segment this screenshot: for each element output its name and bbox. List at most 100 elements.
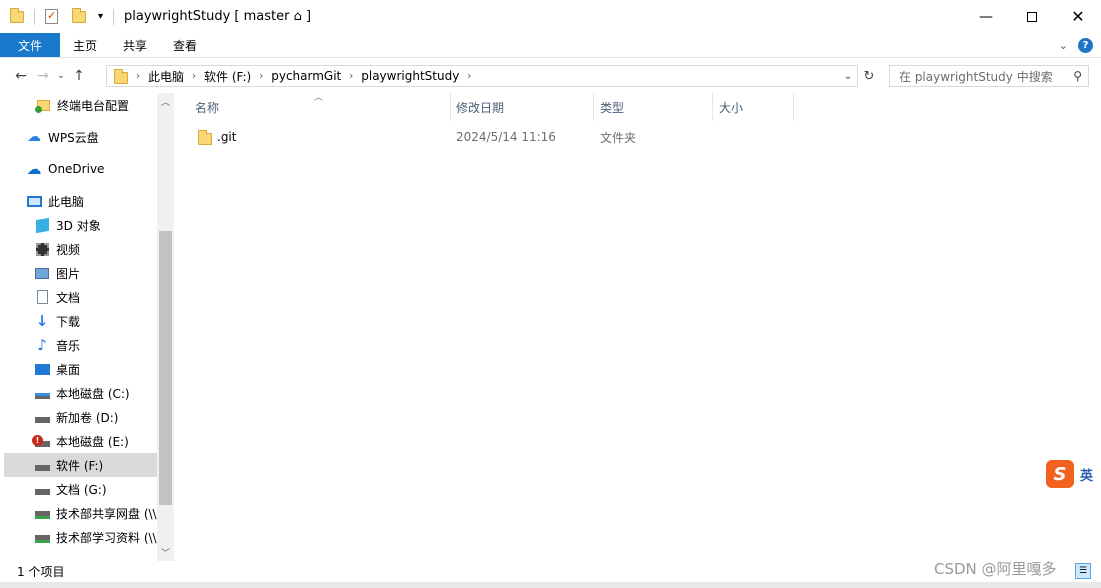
search-placeholder: 在 playwrightStudy 中搜索 [899,69,1053,84]
sort-ascending-icon: ︿ [314,93,324,103]
nav-item-label: 桌面 [56,362,81,377]
watermark: CSDN @阿里嘎多 [934,560,1057,578]
nav-item-videos[interactable]: 视频 [34,237,80,261]
recent-locations-icon[interactable]: ⌄ [54,71,68,81]
scroll-up-icon[interactable]: ︿ [157,93,174,110]
nav-item-learning-drive[interactable]: 技术部学习资料 (\\ [34,525,157,549]
column-header-modified[interactable]: 修改日期 [456,93,504,121]
column-divider[interactable] [793,93,794,121]
breadcrumb-pycharmgit[interactable]: pycharmGit [265,69,347,83]
nav-item-label: 文档 [56,290,81,305]
breadcrumb-playwrightstudy[interactable]: playwrightStudy [355,69,465,83]
properties-icon[interactable] [45,9,58,24]
nav-item-label: 视频 [56,242,81,257]
nav-scrollbar[interactable]: ︿ ﹀ [157,93,174,561]
column-header-type[interactable]: 类型 [600,93,624,121]
nav-item-drive-d[interactable]: 新加卷 (D:) [34,405,118,429]
chevron-right-icon[interactable]: › [190,71,198,82]
nav-item-music[interactable]: ♪ 音乐 [34,333,80,357]
table-row[interactable]: .git [198,126,236,148]
nav-item-downloads[interactable]: ↓ 下载 [34,309,80,333]
nav-item-documents[interactable]: 文档 [34,285,80,309]
minimize-icon: — [979,8,993,25]
downloads-icon: ↓ [35,312,49,330]
refresh-icon[interactable]: ↻ [860,65,878,87]
maximize-button[interactable] [1009,0,1055,33]
folder-icon [114,68,128,84]
nav-item-label: 技术部共享网盘 (\\ [56,506,157,521]
address-bar[interactable]: › 此电脑 › 软件 (F:) › pycharmGit › playwrigh… [106,65,858,87]
navigation-pane: 终端电台配置 ☁ WPS云盘 ☁ OneDrive 此电脑 3D 对象 视频 图… [0,93,174,561]
wps-cloud-icon: ☁ [27,129,41,145]
nav-item-label: OneDrive [48,162,105,176]
ribbon-right: ⌄ ? [1059,33,1093,57]
ribbon-tabs: 文件 主页 共享 查看 ⌄ ? [0,33,1101,57]
close-icon: ✕ [1071,7,1085,26]
folder-icon [10,7,24,23]
drive-error-icon: ! [32,433,50,449]
nav-item-drive-c[interactable]: 本地磁盘 (C:) [34,381,130,405]
scroll-down-icon[interactable]: ﹀ [157,544,174,561]
item-count: 1 个项目 [17,565,65,579]
this-pc-icon [26,193,42,209]
column-divider[interactable] [450,93,451,121]
nav-item-label: 3D 对象 [56,218,101,233]
tab-home[interactable]: 主页 [60,33,110,57]
file-modified: 2024/5/14 11:16 [456,130,556,144]
nav-item-label: 下载 [56,314,81,329]
maximize-icon [1027,11,1037,22]
details-view-icon[interactable]: ☰ [1075,563,1091,579]
ime-indicator[interactable]: S 英 [1046,459,1101,489]
tab-share[interactable]: 共享 [110,33,160,57]
nav-item-wps-cloud[interactable]: ☁ WPS云盘 [26,125,99,149]
nav-item-3d-objects[interactable]: 3D 对象 [34,213,101,237]
nav-item-onedrive[interactable]: ☁ OneDrive [26,157,105,181]
help-icon[interactable]: ? [1078,37,1093,53]
nav-item-drive-g[interactable]: 文档 (G:) [34,477,107,501]
address-dropdown-icon[interactable]: ⌄ [839,66,857,86]
nav-item-label: 图片 [56,266,81,281]
nav-item-terminal-config[interactable]: 终端电台配置 [34,93,130,117]
back-button[interactable]: ← [10,68,32,84]
3d-objects-icon [34,217,50,233]
breadcrumb-this-pc[interactable]: 此电脑 [142,68,190,85]
column-header-name[interactable]: 名称 [195,93,219,121]
chevron-right-icon[interactable]: › [257,71,265,82]
chevron-right-icon[interactable]: › [134,71,142,82]
music-icon: ♪ [37,336,47,354]
up-button[interactable]: ↑ [68,68,90,84]
search-input[interactable]: 在 playwrightStudy 中搜索 ⚲ [889,65,1089,87]
forward-button[interactable]: → [32,68,54,84]
close-button[interactable]: ✕ [1055,0,1101,33]
customize-qat-icon[interactable]: ▾ [98,11,103,22]
breadcrumb-drive-f[interactable]: 软件 (F:) [198,68,257,85]
nav-item-pictures[interactable]: 图片 [34,261,80,285]
nav-item-label: 终端电台配置 [57,98,130,113]
column-divider[interactable] [712,93,713,121]
background-strip [0,582,1101,588]
network-drive-icon [34,505,50,521]
shortcut-folder-icon [34,97,51,113]
scrollbar-thumb[interactable] [159,231,172,505]
nav-item-label: 此电脑 [48,194,85,209]
expand-ribbon-icon[interactable]: ⌄ [1059,39,1068,52]
nav-item-drive-e[interactable]: ! 本地磁盘 (E:) [32,429,129,453]
chevron-right-icon[interactable]: › [347,71,355,82]
new-folder-icon[interactable] [72,7,86,23]
column-header-size[interactable]: 大小 [719,93,743,121]
window-controls: — ✕ [963,0,1101,33]
nav-item-label: 音乐 [56,338,81,353]
nav-item-this-pc[interactable]: 此电脑 [26,189,84,213]
tab-file[interactable]: 文件 [0,33,60,57]
nav-item-desktop[interactable]: 桌面 [34,357,80,381]
minimize-button[interactable]: — [963,0,1009,33]
nav-item-label: 技术部学习资料 (\\ [56,530,157,545]
chevron-right-icon[interactable]: › [465,71,473,82]
nav-item-shared-drive[interactable]: 技术部共享网盘 (\\ [34,501,157,525]
drive-icon [34,457,50,473]
file-name: .git [217,130,237,144]
nav-item-drive-f[interactable]: 软件 (F:) [4,453,157,477]
nav-item-label: 本地磁盘 (E:) [56,434,129,449]
column-divider[interactable] [593,93,594,121]
tab-view[interactable]: 查看 [160,33,210,57]
